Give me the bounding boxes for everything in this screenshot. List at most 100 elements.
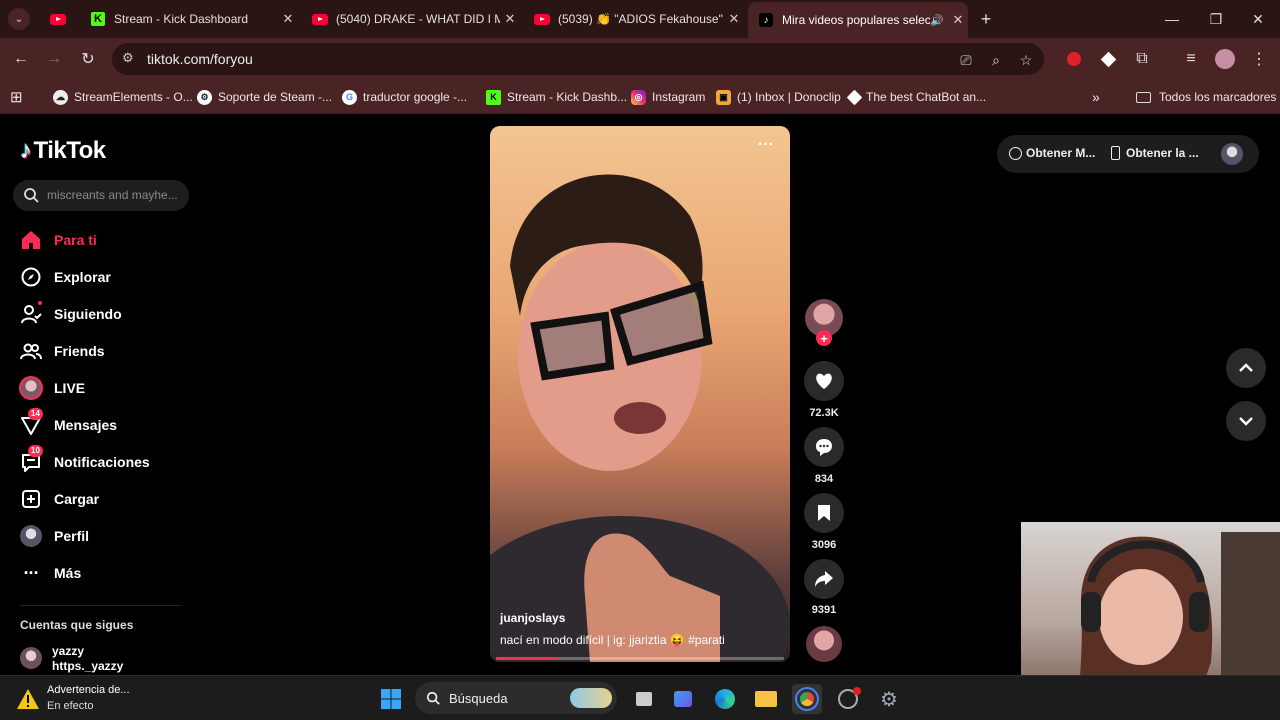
forward-button[interactable]: →	[42, 47, 66, 71]
nav-perfil[interactable]: Perfil	[18, 523, 89, 549]
tiktok-note-icon: ♪	[20, 137, 32, 164]
nav-para-ti[interactable]: Para ti	[18, 227, 97, 253]
get-coins-button[interactable]: Obtener M...	[1009, 146, 1095, 160]
minimize-button[interactable]: —	[1150, 0, 1194, 38]
file-explorer-button[interactable]	[751, 684, 781, 714]
close-icon[interactable]: ✕	[500, 11, 520, 27]
bookmark-label: traductor google -...	[363, 90, 468, 104]
star-icon[interactable]: ☆	[1016, 50, 1036, 70]
close-icon[interactable]: ✕	[724, 11, 744, 27]
sidebar-divider	[20, 605, 182, 606]
get-app-label: Obtener la ...	[1126, 146, 1199, 160]
follow-button[interactable]: +	[816, 330, 832, 346]
bookmarks-overflow-button[interactable]: »	[1092, 87, 1100, 107]
video-player[interactable]: ··· juanjoslays nací en modo difícil | i…	[490, 126, 790, 662]
tab-drake-video[interactable]: (5040) DRAKE - WHAT DID I MI ✕	[302, 4, 520, 34]
bookmark-kick[interactable]: K Stream - Kick Dashb...	[486, 87, 627, 107]
media-controls-icon[interactable]: ≡	[1179, 47, 1203, 71]
phone-icon	[1111, 146, 1120, 160]
nav-siguiendo[interactable]: Siguiendo	[18, 301, 122, 327]
nav-notificaciones[interactable]: 10 Notificaciones	[18, 445, 150, 475]
nav-label: Explorar	[54, 269, 111, 285]
like-button[interactable]	[804, 361, 844, 401]
store-button[interactable]	[668, 684, 698, 714]
tiktok-logo[interactable]: ♪ TikTok	[20, 137, 106, 165]
tab-label: (5039) 👏 "ADIOS Fekahouse" 🤌	[558, 12, 724, 26]
compass-icon	[18, 264, 44, 290]
previous-video-button[interactable]	[1226, 348, 1266, 388]
tab-label: Stream - Kick Dashboard	[114, 12, 249, 26]
nav-explorar[interactable]: Explorar	[18, 264, 111, 290]
get-app-button[interactable]: Obtener la ...	[1111, 146, 1199, 160]
extension-diamond-icon[interactable]	[1096, 47, 1120, 71]
restore-button[interactable]: ❐	[1194, 0, 1238, 38]
store-icon	[674, 691, 692, 707]
nav-label: Perfil	[54, 528, 90, 544]
share-button[interactable]	[804, 559, 844, 599]
following-icon	[18, 301, 44, 327]
tab-youtube-pinned[interactable]	[40, 4, 76, 34]
bookmark-steam[interactable]: ⚙ Soporte de Steam -...	[197, 87, 332, 107]
tab-kick-dashboard[interactable]: K Stream - Kick Dashboard ✕	[80, 4, 298, 34]
tab-search-button[interactable]: ⌄	[8, 8, 30, 30]
reload-button[interactable]: ↻	[76, 47, 100, 71]
save-count: 3096	[811, 539, 837, 551]
following-account[interactable]: yazzy https._yazzy	[20, 644, 170, 674]
speaker-icon[interactable]: 🔊	[930, 14, 948, 27]
profile-avatar[interactable]	[1213, 47, 1237, 71]
user-avatar[interactable]	[1221, 143, 1243, 165]
weather-warning-widget[interactable]: Advertencia de... En efecto	[16, 682, 216, 716]
search-input[interactable]: miscreants and mayhe...	[13, 180, 189, 211]
close-icon[interactable]: ✕	[948, 12, 968, 28]
nav-mas[interactable]: ··· Más	[18, 560, 82, 586]
nav-live[interactable]: LIVE	[18, 375, 85, 401]
close-window-button[interactable]: ✕	[1236, 0, 1280, 38]
youtube-icon	[312, 11, 328, 27]
chrome-button[interactable]	[792, 684, 822, 714]
video-author[interactable]: juanjoslays	[500, 611, 565, 625]
save-button[interactable]	[804, 493, 844, 533]
site-info-icon[interactable]: ⚙	[122, 50, 140, 68]
tab-tiktok[interactable]: ♪ Mira videos populares selec 🔊 ✕	[748, 2, 968, 38]
chevron-down-icon	[1239, 417, 1253, 426]
address-bar[interactable]: ⚙ tiktok.com/foryou ⎚ ⌕ ☆	[112, 43, 1044, 75]
start-button[interactable]	[376, 684, 406, 714]
nav-friends[interactable]: Friends	[18, 338, 105, 364]
nav-label: Friends	[54, 343, 105, 359]
bookmark-instagram[interactable]: ◎ Instagram	[631, 87, 705, 107]
messages-badge: 14	[28, 408, 43, 420]
back-button[interactable]: ←	[9, 47, 33, 71]
bookmark-chatbot[interactable]: The best ChatBot an...	[846, 87, 987, 107]
nav-cargar[interactable]: Cargar	[18, 486, 99, 512]
taskbar-search[interactable]: Búsqueda	[415, 682, 617, 714]
bookmark-translator[interactable]: G traductor google -...	[342, 87, 467, 107]
kick-icon: K	[486, 89, 501, 105]
bookmark-label: The best ChatBot an...	[866, 90, 987, 104]
close-icon[interactable]: ✕	[278, 11, 298, 27]
settings-button[interactable]: ⚙	[874, 684, 904, 714]
tab-adios-video[interactable]: (5039) 👏 "ADIOS Fekahouse" 🤌 ✕	[524, 4, 744, 34]
tab-label: (5040) DRAKE - WHAT DID I MI	[336, 12, 500, 26]
next-video-button[interactable]	[1226, 401, 1266, 441]
bookmark-donoclip[interactable]: ▣ (1) Inbox | Donoclip	[716, 87, 841, 107]
extensions-puzzle-icon[interactable]: ⧉	[1130, 47, 1154, 71]
bookmark-streamelements[interactable]: ☁ StreamElements - O...	[53, 87, 193, 107]
video-more-icon[interactable]: ···	[758, 136, 774, 154]
youtube-icon	[534, 11, 550, 27]
edge-button[interactable]	[710, 684, 740, 714]
nav-mensajes[interactable]: 14 Mensajes	[18, 408, 117, 438]
extension-red-icon[interactable]	[1062, 47, 1086, 71]
menu-kebab-icon[interactable]: ⋮	[1247, 47, 1271, 71]
zoom-icon[interactable]: ⌕	[986, 50, 1006, 70]
apps-grid-icon[interactable]: ⊞	[10, 87, 23, 107]
taskbar-search-label: Búsqueda	[449, 691, 508, 706]
install-app-icon[interactable]: ⎚	[956, 50, 976, 70]
all-bookmarks-button[interactable]: Todos los marcadores	[1136, 87, 1276, 107]
sound-avatar[interactable]	[806, 626, 842, 662]
app-button-red-dot[interactable]	[833, 684, 863, 714]
steam-icon: ⚙	[197, 89, 212, 105]
new-tab-button[interactable]: +	[975, 8, 997, 30]
comment-button[interactable]	[804, 427, 844, 467]
tiktok-icon: ♪	[758, 12, 774, 28]
task-view-button[interactable]	[629, 684, 659, 714]
